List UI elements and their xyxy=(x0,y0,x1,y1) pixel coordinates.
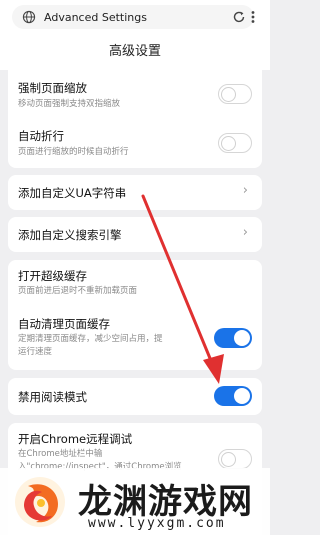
auto-wrap-toggle[interactable] xyxy=(218,133,252,153)
setting-title: 自动清理页面缓存 xyxy=(18,317,110,331)
setting-description: 页面进行缩放的时候自动折行 xyxy=(18,147,129,157)
setting-title: 打开超级缓存 xyxy=(18,269,87,283)
setting-description: 移动页面强制支持双指缩放 xyxy=(18,99,121,109)
chevron-right-icon: › xyxy=(242,183,248,198)
address-bar[interactable]: Advanced Settings xyxy=(12,5,254,29)
setting-title: 自动折行 xyxy=(18,129,64,143)
disable-reader-toggle[interactable] xyxy=(214,386,252,406)
setting-title: 禁用阅读模式 xyxy=(18,390,87,404)
watermark-url: www.lyyxgm.com xyxy=(88,516,226,531)
more-options-icon[interactable] xyxy=(246,10,260,24)
reload-icon[interactable] xyxy=(232,10,246,24)
toggle-knob xyxy=(221,87,236,102)
toggle-knob xyxy=(234,330,250,346)
setting-description: 页面前进后退时不重新加载页面 xyxy=(18,286,138,296)
toggle-knob xyxy=(234,388,250,404)
setting-title: 强制页面缩放 xyxy=(18,81,87,95)
search-engine-card[interactable]: 添加自定义搜索引擎 › xyxy=(8,217,262,252)
globe-icon xyxy=(22,10,36,24)
setting-title: 添加自定义UA字符串 xyxy=(18,186,127,200)
setting-title: 添加自定义搜索引擎 xyxy=(18,228,122,242)
page-title: 高级设置 xyxy=(0,34,270,70)
remote-debug-toggle[interactable] xyxy=(218,449,252,469)
setting-description: 定期清理页面缓存，减少空间占用，提 xyxy=(18,334,163,344)
setting-auto-wrap[interactable]: 自动折行 页面进行缩放的时候自动折行 xyxy=(8,118,262,168)
setting-super-cache[interactable]: 打开超级缓存 页面前进后退时不重新加载页面 xyxy=(8,260,262,306)
ua-string-card[interactable]: 添加自定义UA字符串 › xyxy=(8,175,262,210)
chevron-right-icon: › xyxy=(242,225,248,240)
toggle-knob xyxy=(221,136,236,151)
setting-description-cont: 运行速度 xyxy=(18,347,53,357)
reader-mode-card[interactable]: 禁用阅读模式 xyxy=(8,378,262,415)
setting-description: 在Chrome地址栏中输 xyxy=(18,449,103,459)
auto-clear-cache-toggle[interactable] xyxy=(214,328,252,348)
dragon-logo-icon xyxy=(15,477,65,527)
cache-settings-card: 打开超级缓存 页面前进后退时不重新加载页面 自动清理页面缓存 定期清理页面缓存，… xyxy=(8,260,262,370)
browser-toolbar: Advanced Settings xyxy=(0,0,270,34)
toggle-knob xyxy=(221,452,236,467)
setting-title: 开启Chrome远程调试 xyxy=(18,432,133,446)
setting-auto-clear-cache[interactable]: 自动清理页面缓存 定期清理页面缓存，减少空间占用，提 运行速度 xyxy=(8,306,262,370)
site-watermark: 龙渊游戏网 www.lyyxgm.com xyxy=(0,468,270,535)
force-zoom-toggle[interactable] xyxy=(218,84,252,104)
zoom-settings-card: 强制页面缩放 移动页面强制支持双指缩放 自动折行 页面进行缩放的时候自动折行 xyxy=(8,70,262,168)
address-text: Advanced Settings xyxy=(44,10,147,24)
setting-force-zoom[interactable]: 强制页面缩放 移动页面强制支持双指缩放 xyxy=(8,70,262,118)
